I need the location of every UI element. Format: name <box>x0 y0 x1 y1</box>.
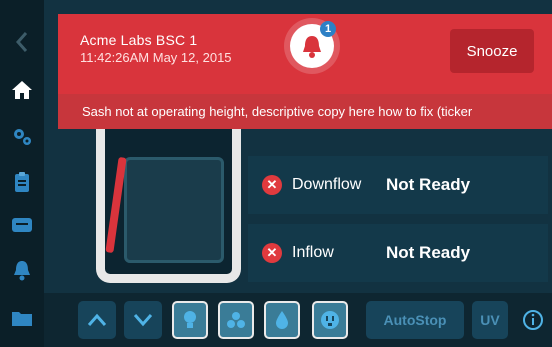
fan-button[interactable] <box>218 301 254 339</box>
light-button[interactable] <box>172 301 208 339</box>
sidebar-item-messages[interactable] <box>0 206 44 246</box>
sidebar <box>0 0 44 347</box>
back-chevron-icon <box>15 32 28 52</box>
cabinet-window <box>124 157 224 263</box>
uv-label: UV <box>480 312 500 328</box>
sidebar-item-files[interactable] <box>0 298 44 338</box>
autostop-label: AutoStop <box>383 312 447 328</box>
bell-icon <box>14 261 30 281</box>
cabinet-illustration <box>96 129 246 289</box>
info-button[interactable] <box>518 301 548 339</box>
alert-header: Acme Labs BSC 1 11:42:26AM May 12, 2015 … <box>58 14 552 94</box>
message-icon <box>12 218 32 232</box>
sidebar-item-clipboard[interactable] <box>0 162 44 202</box>
down-arrow-icon <box>133 314 153 327</box>
uv-button[interactable]: UV <box>472 301 508 339</box>
folder-icon <box>12 312 32 326</box>
gears-icon <box>14 129 31 145</box>
alert-count-badge: 1 <box>320 21 336 37</box>
alert-device-name: Acme Labs BSC 1 <box>80 32 198 48</box>
water-drop-icon <box>276 311 288 329</box>
status-label: Inflow <box>292 244 334 261</box>
status-label: Downflow <box>292 176 362 193</box>
home-icon <box>12 81 32 99</box>
sash-up-button[interactable] <box>78 301 116 339</box>
clipboard-icon <box>15 172 29 192</box>
snooze-button[interactable]: Snooze <box>450 29 534 73</box>
status-row-downflow: ✕ Downflow Not Ready <box>248 156 548 214</box>
alert-timestamp: 11:42:26AM May 12, 2015 <box>80 50 232 65</box>
back-button[interactable] <box>0 22 44 62</box>
light-icon <box>184 311 196 328</box>
alert-banner: Acme Labs BSC 1 11:42:26AM May 12, 2015 … <box>58 14 552 129</box>
status-state: Not Ready <box>386 175 471 194</box>
status-row-inflow: ✕ Inflow Not Ready <box>248 224 548 282</box>
bottom-toolbar: AutoStop UV <box>44 293 552 347</box>
sash-down-button[interactable] <box>124 301 162 339</box>
status-state: Not Ready <box>386 243 471 262</box>
up-arrow-icon <box>87 313 107 326</box>
sidebar-item-alerts[interactable] <box>0 250 44 290</box>
sidebar-item-home[interactable] <box>0 70 44 110</box>
sidebar-item-settings[interactable] <box>0 116 44 156</box>
outlet-icon <box>321 311 339 329</box>
water-button[interactable] <box>264 301 300 339</box>
alert-message-ticker: Sash not at operating height, descriptiv… <box>58 94 552 129</box>
outlet-button[interactable] <box>312 301 348 339</box>
error-x-icon: ✕ <box>262 175 282 195</box>
bell-icon <box>303 36 321 58</box>
info-icon <box>523 310 543 330</box>
fan-icon <box>227 312 245 328</box>
autostop-button[interactable]: AutoStop <box>366 301 464 339</box>
error-x-icon: ✕ <box>262 243 282 263</box>
